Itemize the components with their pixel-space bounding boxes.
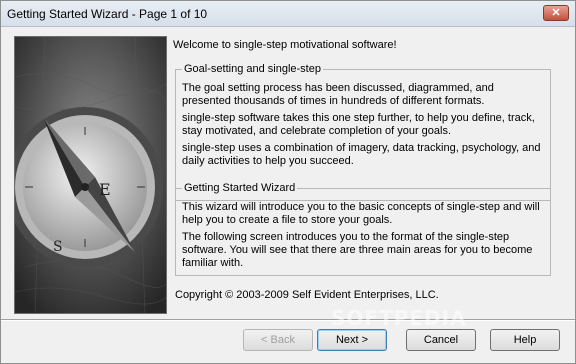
help-button[interactable]: Help [490,329,560,351]
goal-paragraph-3: single-step uses a combination of imager… [182,142,541,167]
back-button[interactable]: < Back [243,329,313,351]
goal-paragraph-2: single-step software takes this one step… [182,112,535,137]
compass-illustration: E S [15,37,166,313]
window-title: Getting Started Wizard - Page 1 of 10 [7,7,208,21]
compass-image: E S [14,36,167,314]
button-divider [1,319,575,321]
svg-text:S: S [53,239,63,255]
welcome-text: Welcome to single-step motivational soft… [173,39,397,51]
title-bar: Getting Started Wizard - Page 1 of 10 ✕ [1,1,575,27]
getting-started-group-title: Getting Started Wizard [182,182,298,194]
copyright-text: Copyright © 2003-2009 Self Evident Enter… [175,289,439,301]
goal-paragraph-1: The goal setting process has been discus… [182,82,494,107]
next-button[interactable]: Next > [317,329,387,351]
wizard-paragraph-1: This wizard will introduce you to the ba… [182,201,540,226]
goal-setting-group-title: Goal-setting and single-step [182,63,323,75]
close-button[interactable]: ✕ [543,5,569,21]
svg-text:E: E [99,180,111,199]
cancel-button[interactable]: Cancel [406,329,476,351]
wizard-content: E S Welcome to single-step motivational … [5,31,571,325]
wizard-window: Getting Started Wizard - Page 1 of 10 ✕ [0,0,576,364]
wizard-paragraph-2: The following screen introduces you to t… [182,231,533,269]
getting-started-group: Getting Started Wizard This wizard will … [175,182,551,276]
watermark: SOFTPEDIA [331,306,467,330]
